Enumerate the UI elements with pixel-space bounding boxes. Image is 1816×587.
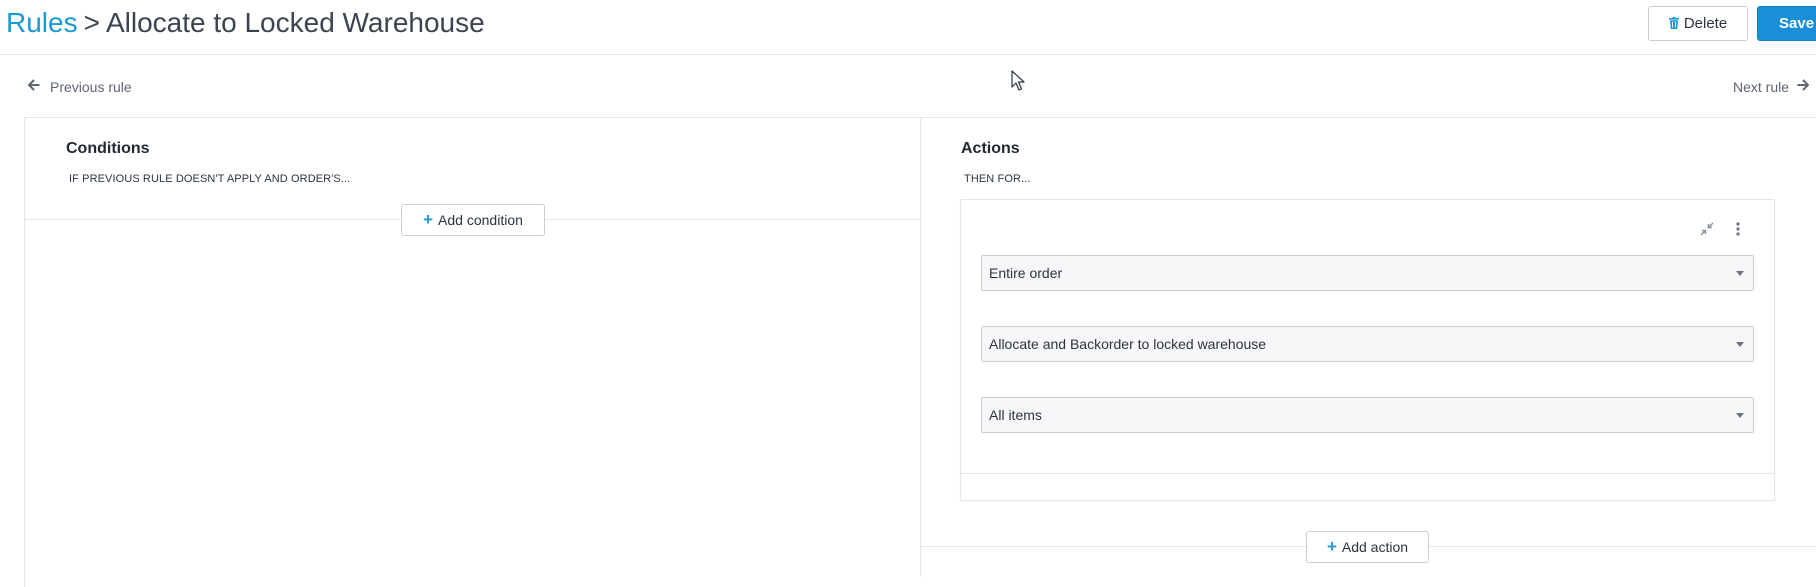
breadcrumb: Rules > Allocate to Locked Warehouse: [6, 5, 485, 41]
plus-icon: +: [1326, 537, 1337, 556]
caret-down-icon: [1736, 342, 1744, 347]
action-type-select-value: Allocate and Backorder to locked warehou…: [989, 336, 1267, 352]
next-rule-label: Next rule: [1733, 78, 1790, 95]
next-rule-link[interactable]: Next rule: [1733, 78, 1810, 95]
delete-button[interactable]: Delete: [1648, 6, 1748, 41]
add-condition-label: Add condition: [438, 212, 523, 228]
add-action-button[interactable]: + Add action: [1306, 531, 1429, 563]
collapse-icon[interactable]: [1699, 221, 1715, 237]
conditions-title: Conditions: [66, 140, 150, 157]
previous-rule-link[interactable]: Previous rule: [27, 78, 132, 95]
actions-title: Actions: [961, 140, 1020, 157]
items-select[interactable]: All items: [981, 397, 1754, 433]
breadcrumb-rules-link[interactable]: Rules: [6, 7, 78, 38]
delete-button-label: Delete: [1683, 15, 1728, 32]
add-condition-button[interactable]: + Add condition: [401, 204, 545, 236]
page-header: Rules > Allocate to Locked Warehouse Delet…: [0, 0, 1816, 55]
caret-down-icon: [1736, 413, 1744, 418]
add-action-label: Add action: [1341, 539, 1409, 555]
action-type-select[interactable]: Allocate and Backorder to locked warehou…: [981, 326, 1754, 362]
arrow-left-icon: [27, 78, 40, 95]
conditions-subtitle: IF PREVIOUS RULE DOESN'T APPLY AND ORDER…: [69, 173, 351, 185]
scope-select[interactable]: Entire order: [981, 255, 1754, 291]
page-title: Allocate to Locked Warehouse: [105, 7, 485, 38]
save-button[interactable]: Save: [1757, 6, 1816, 41]
trash-icon: [1668, 16, 1679, 32]
caret-down-icon: [1736, 271, 1744, 276]
actions-subtitle: THEN FOR...: [964, 173, 1031, 185]
plus-icon: +: [423, 210, 434, 229]
items-select-value: All items: [989, 407, 1042, 423]
scope-select-value: Entire order: [989, 265, 1063, 281]
action-card-footer-divider: [961, 473, 1774, 474]
kebab-menu-icon[interactable]: [1730, 221, 1746, 237]
column-divider: [920, 117, 921, 577]
arrow-right-icon: [1797, 78, 1810, 95]
previous-rule-label: Previous rule: [50, 78, 132, 95]
breadcrumb-separator: >: [83, 7, 100, 38]
mouse-pointer-icon: [1011, 70, 1025, 91]
